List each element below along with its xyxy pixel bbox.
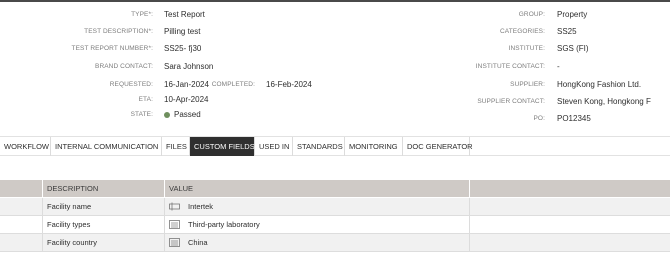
table-header: DESCRIPTION VALUE [0, 180, 670, 197]
tab-standards[interactable]: STANDARDS [293, 137, 345, 156]
header-spacer [0, 180, 43, 197]
state-label: STATE: [130, 111, 153, 118]
row-description: Facility types [43, 216, 165, 233]
header-description: DESCRIPTION [43, 180, 165, 197]
test-description-value[interactable]: Pilling test [164, 27, 200, 36]
table-row[interactable]: Facility country China [0, 234, 670, 252]
list-icon [169, 238, 180, 247]
eta-value[interactable]: 10-Apr-2024 [164, 95, 208, 104]
row-value-cell: China [165, 234, 470, 251]
supplier-contact-label: SUPPLIER CONTACT: [477, 98, 545, 105]
supplier-contact-value[interactable]: Steven Kong, Hongkong F [557, 97, 670, 106]
categories-label: CATEGORIES: [499, 28, 545, 35]
list-icon [169, 220, 180, 229]
row-value: Third-party laboratory [188, 220, 260, 229]
supplier-label: SUPPLIER: [510, 81, 545, 88]
row-spacer [0, 216, 43, 233]
group-value[interactable]: Property [557, 10, 587, 19]
detail-tabs: WORKFLOW INTERNAL COMMUNICATION FILES CU… [0, 136, 670, 156]
tab-monitoring[interactable]: MONITORING [345, 137, 403, 156]
tab-internal-communication[interactable]: INTERNAL COMMUNICATION [51, 137, 162, 156]
table-row[interactable]: Facility name Intertek [0, 198, 670, 216]
group-label: GROUP: [518, 11, 545, 18]
test-description-label: TEST DESCRIPTION*: [84, 28, 153, 35]
row-spacer [0, 234, 43, 251]
institute-contact-value[interactable]: - [557, 62, 560, 71]
institute-value[interactable]: SGS (FI) [557, 44, 589, 53]
brand-contact-label: BRAND CONTACT: [95, 63, 153, 70]
row-description: Facility country [43, 234, 165, 251]
table-row[interactable]: Facility types Third-party laboratory [0, 216, 670, 234]
institute-label: INSTITUTE: [508, 45, 545, 52]
po-label: PO: [533, 115, 545, 122]
eta-label: ETA: [138, 96, 153, 103]
test-report-number-value[interactable]: SS25- fj30 [164, 44, 201, 53]
supplier-value[interactable]: HongKong Fashion Ltd. [557, 80, 641, 89]
completed-value[interactable]: 16-Feb-2024 [266, 80, 312, 89]
type-label: TYPE*: [131, 11, 153, 18]
text-field-icon [169, 202, 180, 211]
tab-used-in[interactable]: USED IN [255, 137, 293, 156]
state-value[interactable]: Passed [164, 110, 201, 119]
row-description: Facility name [43, 198, 165, 215]
tab-custom-fields[interactable]: CUSTOM FIELDS [190, 137, 255, 156]
top-border [0, 0, 670, 2]
brand-contact-value[interactable]: Sara Johnson [164, 62, 213, 71]
tab-doc-generator[interactable]: DOC GENERATOR [403, 137, 473, 156]
requested-label: REQUESTED: [109, 81, 153, 88]
po-value[interactable]: PO12345 [557, 114, 591, 123]
tab-workflow[interactable]: WORKFLOW [0, 137, 51, 156]
row-value-cell: Third-party laboratory [165, 216, 470, 233]
row-value: Intertek [188, 202, 214, 211]
state-text: Passed [174, 110, 201, 119]
tab-files[interactable]: FILES [162, 137, 190, 156]
categories-value[interactable]: SS25 [557, 27, 577, 36]
row-spacer [0, 198, 43, 215]
row-value-cell: Intertek [165, 198, 470, 215]
type-value[interactable]: Test Report [164, 10, 205, 19]
state-status-icon [164, 111, 170, 118]
institute-contact-label: INSTITUTE CONTACT: [475, 63, 545, 70]
test-report-number-label: TEST REPORT NUMBER*: [71, 45, 153, 52]
completed-label: COMPLETED: [211, 81, 255, 88]
requested-value[interactable]: 16-Jan-2024 [164, 80, 209, 89]
row-value: China [188, 238, 208, 247]
header-value: VALUE [165, 180, 470, 197]
